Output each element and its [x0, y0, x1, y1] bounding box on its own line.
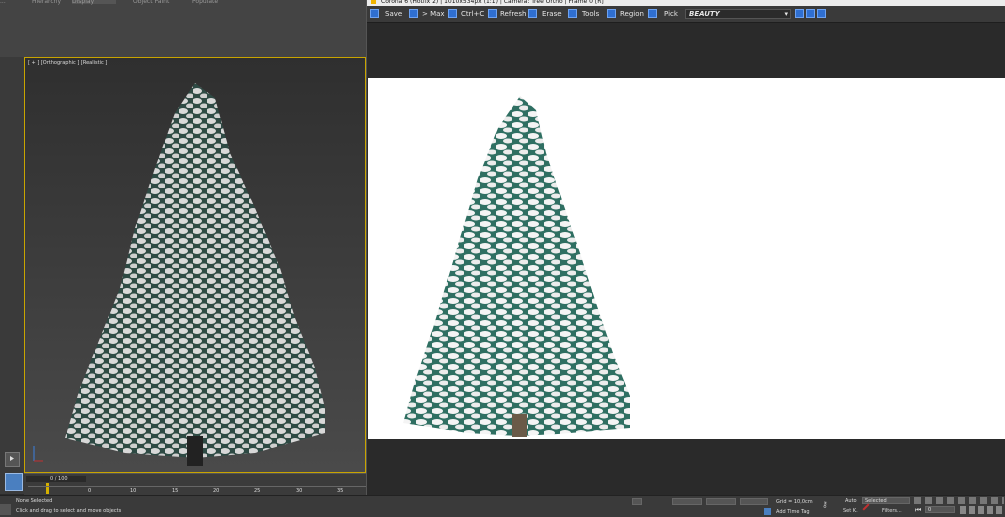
viewport-tree	[65, 83, 325, 466]
tools-button[interactable]: Tools	[582, 9, 599, 19]
zoom-in-icon[interactable]	[795, 9, 804, 18]
corona-frame-buffer-window: Corona 6 (Hotfix 2) | 1010x534px (1:1) |…	[366, 0, 1005, 496]
maxscript-listener-button[interactable]	[0, 504, 11, 515]
key-tangent-icon	[862, 503, 870, 511]
region-button[interactable]: Region	[620, 9, 644, 19]
pick-button[interactable]: Pick	[664, 9, 678, 19]
auto-key-button[interactable]: Auto	[845, 498, 857, 504]
time-marker[interactable]	[46, 483, 49, 494]
tick-35: 35	[337, 488, 344, 494]
tools-icon	[568, 9, 577, 18]
to-max-button[interactable]: > Max	[422, 9, 445, 19]
max-status-bar: None Selected Click and drag to select a…	[0, 495, 1005, 517]
playback-controls[interactable]	[914, 497, 1004, 504]
max-tab-display[interactable]: Display	[72, 0, 116, 5]
add-time-tag[interactable]: Add Time Tag	[776, 509, 810, 515]
max-tab-hierarchy[interactable]: Hierarchy	[32, 0, 61, 5]
erase-icon	[528, 9, 537, 18]
max-tab-0[interactable]: ...	[0, 0, 6, 5]
key-filter-select[interactable]: Selected	[862, 497, 910, 504]
copy-button[interactable]: Ctrl+C	[461, 9, 484, 19]
chevron-down-icon: ▾	[784, 10, 788, 18]
rendered-tree	[403, 96, 630, 437]
time-tag-icon	[764, 508, 771, 515]
current-frame-value: 0	[928, 507, 932, 513]
corona-title: Corona 6 (Hotfix 2) | 1010x534px (1:1) |…	[381, 0, 604, 5]
coord-y-field[interactable]	[706, 498, 736, 505]
tick-10: 10	[130, 488, 137, 494]
corona-logo-icon	[371, 0, 376, 4]
key-icon: ⚷	[822, 500, 828, 509]
play-icon	[10, 456, 14, 461]
tick-30: 30	[296, 488, 303, 494]
current-frame-field[interactable]: 0	[925, 506, 955, 513]
save-icon	[370, 9, 379, 18]
axis-gizmo-icon	[33, 446, 43, 462]
coord-z-field[interactable]	[740, 498, 768, 505]
zoom-fit-icon[interactable]	[817, 9, 826, 18]
max-tab-object-paint[interactable]: Object Paint	[133, 0, 169, 5]
tick-25: 25	[254, 488, 261, 494]
pick-icon	[648, 9, 657, 18]
tick-15: 15	[172, 488, 179, 494]
timeline-track	[28, 486, 366, 487]
refresh-button[interactable]: Refresh	[500, 9, 526, 19]
status-selection: None Selected	[16, 498, 53, 504]
go-to-start-icon[interactable]: ⏮	[915, 506, 921, 515]
max-tab-populate[interactable]: Populate	[192, 0, 218, 5]
zoom-out-icon[interactable]	[806, 9, 815, 18]
max-timeline[interactable]: 0 / 100 0 10 15 20 25 30 35	[24, 473, 366, 496]
region-icon	[607, 9, 616, 18]
render-pass-value: BEAUTY	[689, 10, 720, 18]
max-command-panel-area: ... Hierarchy Display Object Paint Popul…	[0, 0, 366, 57]
copy-icon	[448, 9, 457, 18]
tick-20: 20	[213, 488, 220, 494]
erase-button[interactable]: Erase	[542, 9, 562, 19]
to-max-icon	[409, 9, 418, 18]
max-viewport[interactable]: [ + ] [Orthographic ] [Realistic ]	[24, 57, 366, 473]
lock-selection-button[interactable]	[632, 498, 642, 505]
tick-0: 0	[88, 488, 92, 494]
play-button[interactable]	[5, 452, 20, 467]
viewport-navigation-controls[interactable]	[960, 506, 1004, 514]
status-prompt: Click and drag to select and move object…	[16, 508, 122, 514]
corona-toolbar: Save > Max Ctrl+C Refresh Erase Tools Re…	[367, 6, 1005, 23]
save-button[interactable]: Save	[385, 9, 402, 19]
time-slider[interactable]: 0 / 100	[26, 476, 86, 482]
grid-size: Grid = 10,0cm	[776, 499, 813, 505]
max-left-toolbar	[0, 57, 25, 494]
coord-x-field[interactable]	[672, 498, 702, 505]
viewport-layout-button[interactable]	[5, 473, 23, 491]
render-pass-select[interactable]: BEAUTY ▾	[685, 9, 791, 19]
render-image[interactable]	[368, 78, 1005, 439]
refresh-icon	[488, 9, 497, 18]
time-slider-value: 0 / 100	[50, 476, 68, 482]
set-key-button[interactable]: Set K.	[843, 508, 858, 514]
key-filters-button[interactable]: Filters...	[882, 508, 902, 514]
